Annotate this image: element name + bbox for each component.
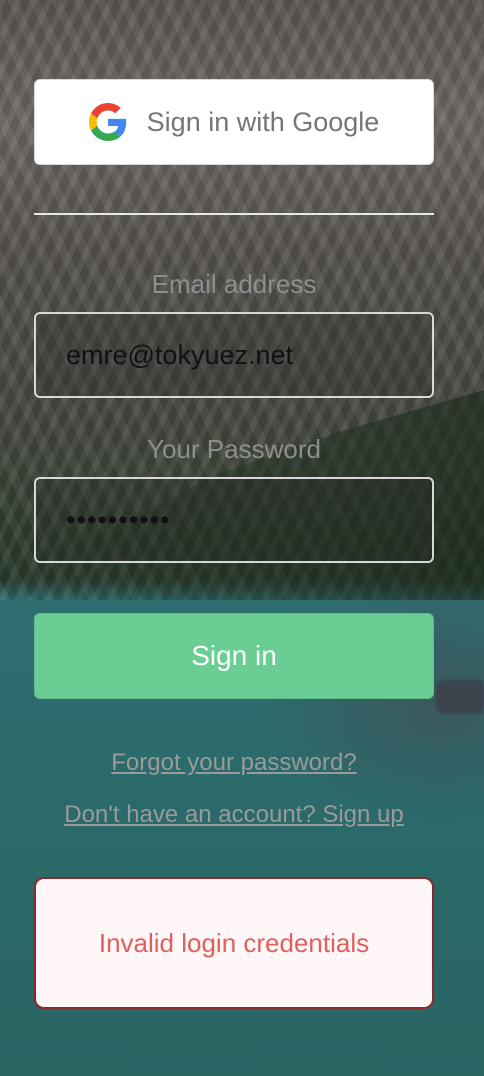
google-g-icon (88, 103, 127, 141)
email-input[interactable] (34, 312, 434, 398)
signin-button[interactable]: Sign in (34, 613, 434, 699)
auth-form: Sign in with Google Email address Your P… (34, 79, 434, 1009)
divider (34, 213, 434, 215)
password-label: Your Password (147, 434, 321, 464)
background-boat (436, 680, 484, 714)
error-message: Invalid login credentials (98, 927, 370, 958)
password-input[interactable] (34, 477, 434, 563)
google-signin-button[interactable]: Sign in with Google (34, 79, 434, 165)
forgot-password-link[interactable]: Forgot your password? (34, 749, 434, 777)
error-message-box: Invalid login credentials (34, 877, 434, 1009)
email-label: Email address (151, 269, 317, 299)
signup-link[interactable]: Don't have an account? Sign up (34, 801, 434, 829)
google-signin-label: Sign in with Google (146, 106, 380, 137)
